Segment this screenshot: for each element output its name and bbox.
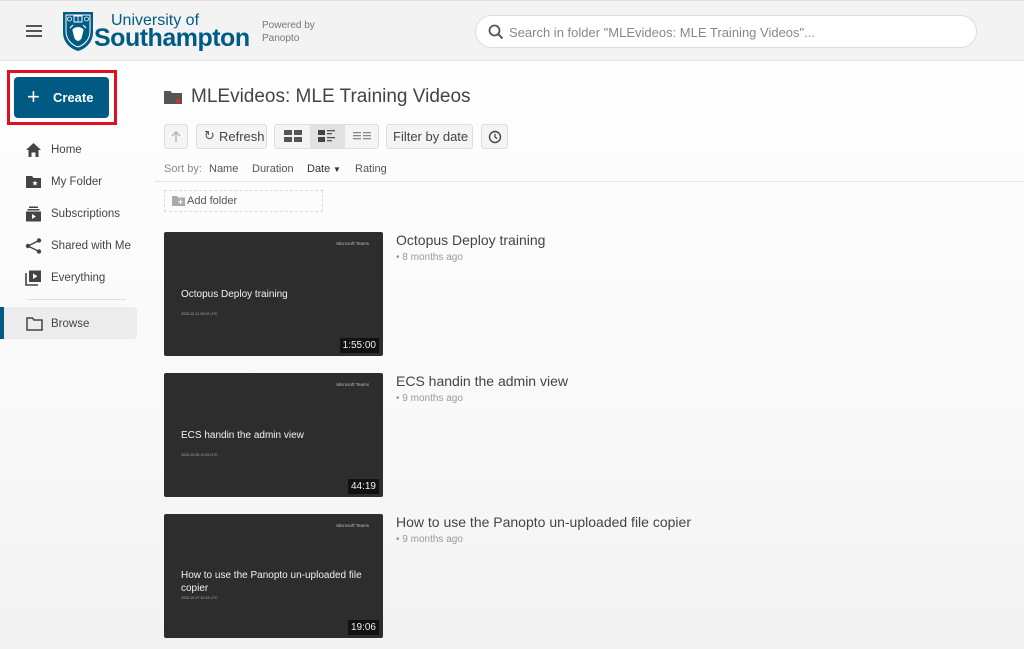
thumbnail-brand-text: Microsoft Teams — [336, 523, 369, 528]
duration-badge: 19:06 — [347, 620, 379, 635]
folder-icon — [26, 317, 43, 331]
sidebar-item-label: Home — [51, 144, 82, 156]
refresh-button[interactable]: ↻ Refresh — [196, 124, 267, 149]
sort-rating-option[interactable]: Rating — [355, 163, 387, 175]
sort-date-option[interactable]: Date — [307, 163, 330, 175]
parent-folder-button[interactable] — [164, 124, 188, 149]
grid-icon — [284, 130, 302, 142]
filter-by-date-label: Filter by date — [393, 129, 469, 144]
add-folder-icon — [172, 196, 185, 206]
create-button[interactable]: + Create — [14, 77, 109, 118]
view-list-button[interactable] — [345, 125, 378, 148]
add-folder-button[interactable]: Add folder — [164, 190, 323, 212]
sidebar-item-browse[interactable]: Browse — [0, 307, 137, 339]
sort-by-label: Sort by: — [164, 163, 202, 175]
video-thumbnail[interactable]: Microsoft Teams How to use the Panopto u… — [164, 514, 383, 638]
subscriptions-icon — [26, 206, 41, 222]
shield-logo-icon — [63, 12, 93, 51]
powered-by-text: Powered by Panopto — [262, 19, 315, 45]
add-folder-label: Add folder — [187, 195, 238, 207]
video-title-link[interactable]: How to use the Panopto un-uploaded file … — [396, 514, 691, 530]
search-input[interactable] — [509, 22, 964, 42]
everything-icon — [25, 270, 41, 286]
plus-icon: + — [27, 84, 40, 109]
sort-divider — [155, 181, 1024, 182]
video-list-item: Microsoft Teams How to use the Panopto u… — [164, 514, 724, 638]
sidebar-item-shared-with-me[interactable]: Shared with Me — [0, 231, 140, 261]
sort-descending-icon: ▼ — [333, 165, 341, 174]
home-icon — [26, 143, 41, 157]
powered-by-line1: Powered by — [262, 20, 315, 31]
thumbnail-brand-text: Microsoft Teams — [336, 241, 369, 246]
filter-by-date-button[interactable]: Filter by date — [386, 124, 473, 149]
powered-by-line2: Panopto — [262, 33, 300, 44]
thumbnail-brand-text: Microsoft Teams — [336, 382, 369, 387]
thumbnail-date: 2023-10-07 10:33 UTC — [181, 596, 218, 600]
sidebar-item-home[interactable]: Home — [0, 135, 140, 165]
sidebar-item-label: Browse — [51, 318, 90, 330]
sidebar-item-label: My Folder — [51, 176, 103, 188]
duration-badge: 1:55:00 — [339, 338, 379, 353]
thumbnail-title: ECS handin the admin view — [181, 430, 304, 441]
video-list-item: Microsoft Teams ECS handin the admin vie… — [164, 373, 724, 497]
logo-text-line2: Southampton — [94, 24, 250, 52]
sidebar-item-subscriptions[interactable]: Subscriptions — [0, 199, 140, 229]
thumbnail-date: 2023-10-12 09:22 UTC — [181, 312, 218, 316]
video-thumbnail[interactable]: Microsoft Teams Octopus Deploy training … — [164, 232, 383, 356]
video-title-link[interactable]: Octopus Deploy training — [396, 232, 545, 248]
arrow-up-icon — [171, 131, 181, 142]
search-box[interactable] — [475, 15, 977, 48]
view-detail-button[interactable] — [310, 125, 345, 148]
view-mode-toggle — [274, 124, 379, 149]
my-folder-icon — [26, 176, 41, 188]
recent-button[interactable] — [481, 124, 508, 149]
list-icon — [353, 132, 371, 140]
active-indicator — [0, 307, 4, 339]
university-logo[interactable]: University of Southampton — [61, 10, 251, 54]
create-label: Create — [53, 90, 94, 105]
video-title-link[interactable]: ECS handin the admin view — [396, 373, 568, 389]
video-age: • 9 months ago — [396, 393, 463, 404]
sidebar-item-my-folder[interactable]: My Folder — [0, 167, 140, 197]
thumbnail-title: How to use the Panopto un-uploaded file … — [181, 570, 362, 594]
refresh-icon: ↻ — [204, 128, 215, 143]
sidebar-divider — [27, 299, 126, 300]
sort-duration-option[interactable]: Duration — [252, 163, 294, 175]
sidebar-item-label: Shared with Me — [51, 240, 131, 252]
detail-list-icon — [318, 130, 335, 142]
folder-title-icon — [164, 91, 182, 104]
search-icon — [488, 24, 504, 40]
sidebar-item-label: Subscriptions — [51, 208, 121, 220]
thumbnail-date: 2023-10-05 10:25 UTC — [181, 453, 218, 457]
hamburger-menu-icon[interactable] — [26, 25, 42, 39]
sort-name-option[interactable]: Name — [209, 163, 238, 175]
video-list-item: Microsoft Teams Octopus Deploy training … — [164, 232, 724, 356]
sidebar-item-label: Everything — [51, 272, 106, 284]
video-age: • 8 months ago — [396, 252, 463, 263]
clock-icon — [488, 130, 502, 144]
sidebar-item-everything[interactable]: Everything — [0, 263, 140, 293]
video-age: • 9 months ago — [396, 534, 463, 545]
share-icon — [25, 238, 42, 254]
page-title: MLEvideos: MLE Training Videos — [191, 86, 471, 107]
duration-badge: 44:19 — [347, 479, 379, 494]
thumbnail-title: Octopus Deploy training — [181, 289, 288, 300]
top-header: University of Southampton Powered by Pan… — [0, 0, 1024, 61]
refresh-label: Refresh — [219, 129, 265, 144]
video-thumbnail[interactable]: Microsoft Teams ECS handin the admin vie… — [164, 373, 383, 497]
view-tiles-button[interactable] — [275, 125, 310, 148]
